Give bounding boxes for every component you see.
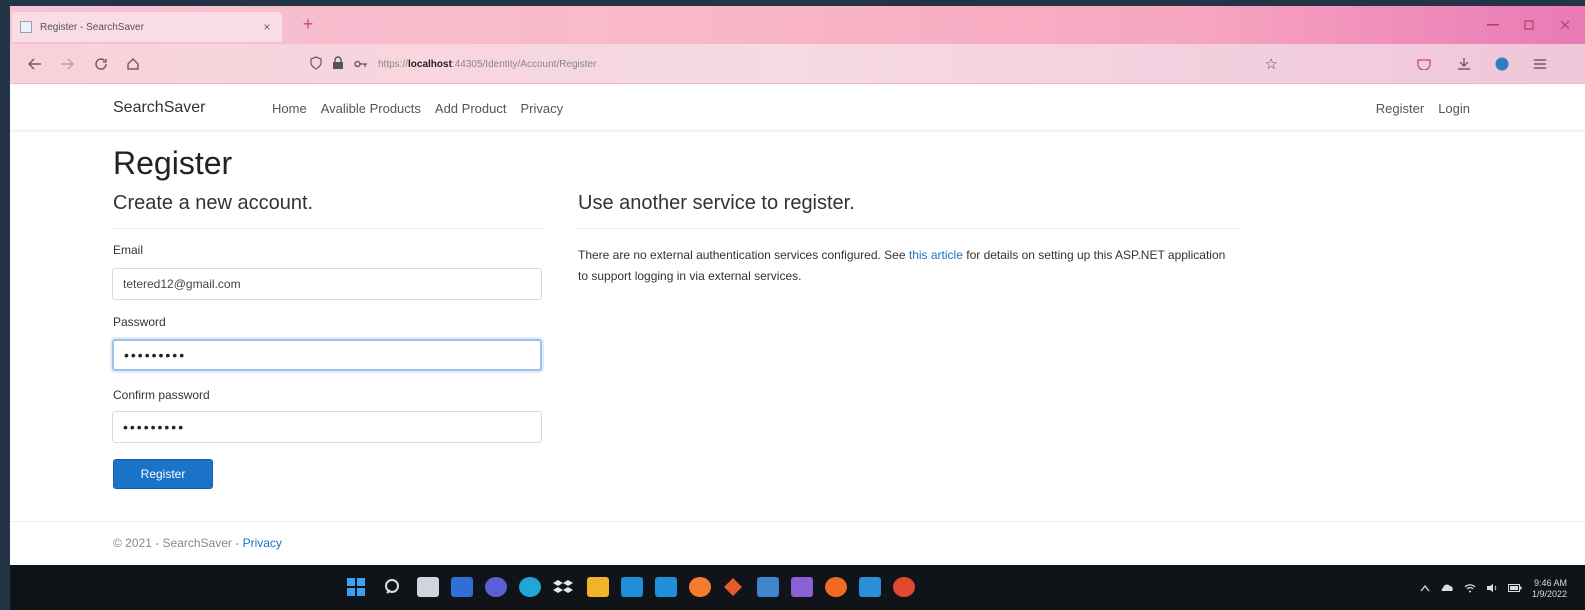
app-icon[interactable] bbox=[859, 577, 881, 597]
forward-arrow-icon[interactable] bbox=[56, 54, 78, 74]
maximize-icon[interactable] bbox=[1511, 6, 1547, 44]
password-value: ••••••••• bbox=[124, 347, 187, 363]
clock-time: 9:46 AM bbox=[1533, 578, 1567, 588]
password-label: Password bbox=[113, 315, 166, 329]
footer: © 2021 - SearchSaver - Privacy bbox=[10, 521, 1585, 565]
reload-icon[interactable] bbox=[90, 54, 112, 74]
file-explorer-icon[interactable] bbox=[587, 577, 609, 597]
lock-icon[interactable] bbox=[332, 55, 344, 73]
external-title: Use another service to register. bbox=[578, 192, 855, 214]
clock-date: 1/9/2022 bbox=[1531, 589, 1567, 599]
new-tab-button[interactable]: + bbox=[298, 14, 318, 35]
nav-register[interactable]: Register bbox=[1376, 101, 1424, 116]
powerpoint-icon[interactable] bbox=[893, 577, 915, 597]
browser-tab[interactable]: Register - SearchSaver × bbox=[12, 12, 282, 42]
url-host: localhost bbox=[408, 58, 452, 70]
bookmark-star-icon[interactable]: ☆ bbox=[1265, 55, 1278, 73]
nav-privacy[interactable]: Privacy bbox=[520, 101, 563, 116]
remote-desktop-icon[interactable] bbox=[757, 577, 779, 597]
nav-add-product[interactable]: Add Product bbox=[435, 101, 507, 116]
store-icon[interactable] bbox=[621, 577, 643, 597]
external-description: There are no external authentication ser… bbox=[578, 245, 1228, 287]
url-prefix: https:// bbox=[378, 58, 409, 70]
close-window-icon[interactable] bbox=[1547, 6, 1583, 44]
teams-chat-icon[interactable] bbox=[485, 577, 507, 597]
account-avatar-icon[interactable] bbox=[1491, 54, 1513, 74]
visual-studio-icon[interactable] bbox=[791, 577, 813, 597]
footer-copyright: © 2021 - SearchSaver - bbox=[113, 536, 243, 550]
email-field[interactable]: tetered12@gmail.com bbox=[112, 268, 542, 300]
password-field[interactable]: ••••••••• bbox=[112, 339, 542, 371]
address-bar[interactable]: https://localhost:44305/Identity/Account… bbox=[310, 50, 1290, 78]
nav-home[interactable]: Home bbox=[272, 101, 307, 116]
url-path: :44305/Identity/Account/Register bbox=[451, 58, 597, 70]
mail-icon[interactable] bbox=[655, 577, 677, 597]
page-title: Register bbox=[113, 145, 233, 181]
form-subtitle: Create a new account. bbox=[113, 192, 314, 214]
app-icon[interactable] bbox=[825, 577, 847, 597]
footer-text: © 2021 - SearchSaver - Privacy bbox=[113, 536, 282, 550]
browser-tab-bar: Register - SearchSaver × + bbox=[10, 6, 1585, 44]
confirm-password-value: ••••••••• bbox=[123, 419, 186, 435]
nav-available-products[interactable]: Avalible Products bbox=[321, 101, 421, 116]
home-icon[interactable] bbox=[122, 54, 144, 74]
minimize-icon[interactable] bbox=[1475, 6, 1511, 44]
battery-icon[interactable] bbox=[1507, 584, 1522, 594]
menu-hamburger-icon[interactable] bbox=[1529, 54, 1551, 74]
url-text[interactable]: https://localhost:44305/Identity/Account… bbox=[378, 59, 596, 70]
this-article-link[interactable]: this article bbox=[909, 248, 963, 262]
wifi-icon[interactable] bbox=[1464, 583, 1476, 595]
download-icon[interactable] bbox=[1453, 54, 1475, 74]
back-arrow-icon[interactable] bbox=[24, 54, 46, 74]
email-label: Email bbox=[113, 243, 144, 257]
web-page: SearchSaver Home Avalible Products Add P… bbox=[10, 85, 1585, 565]
site-nav-right: Register Login bbox=[1376, 101, 1470, 116]
search-icon[interactable] bbox=[383, 577, 405, 597]
edge-browser-icon[interactable] bbox=[519, 577, 541, 597]
register-button[interactable]: Register bbox=[113, 459, 213, 489]
tab-title: Register - SearchSaver bbox=[40, 21, 144, 33]
task-view-icon[interactable] bbox=[417, 577, 439, 597]
close-tab-icon[interactable]: × bbox=[260, 20, 274, 34]
shield-icon[interactable] bbox=[310, 55, 322, 73]
windows-start-icon[interactable] bbox=[346, 577, 368, 597]
screen: Register - SearchSaver × + https://local… bbox=[10, 6, 1585, 610]
browser-toolbar: https://localhost:44305/Identity/Account… bbox=[10, 44, 1585, 84]
volume-icon[interactable] bbox=[1486, 583, 1498, 595]
site-nav-links: Home Avalible Products Add Product Priva… bbox=[272, 101, 563, 116]
divider bbox=[113, 228, 543, 229]
onedrive-icon[interactable] bbox=[1440, 584, 1454, 594]
site-brand[interactable]: SearchSaver bbox=[113, 99, 206, 117]
confirm-password-field[interactable]: ••••••••• bbox=[112, 411, 542, 443]
system-tray: 9:46 AM 1/9/2022 bbox=[1420, 578, 1567, 600]
email-value: tetered12@gmail.com bbox=[123, 277, 241, 291]
external-text-before: There are no external authentication ser… bbox=[578, 248, 909, 262]
divider bbox=[578, 228, 1238, 229]
taskbar: 9:46 AM 1/9/2022 bbox=[10, 565, 1585, 610]
footer-privacy-link[interactable]: Privacy bbox=[243, 536, 282, 550]
nav-login[interactable]: Login bbox=[1438, 101, 1470, 116]
key-icon[interactable] bbox=[354, 57, 368, 72]
confirm-password-label: Confirm password bbox=[113, 388, 210, 402]
page-favicon-icon bbox=[20, 21, 32, 33]
firefox-icon[interactable] bbox=[689, 577, 711, 597]
pocket-icon[interactable] bbox=[1413, 54, 1435, 74]
clock[interactable]: 9:46 AM 1/9/2022 bbox=[1532, 578, 1567, 600]
chevron-up-icon[interactable] bbox=[1420, 584, 1430, 594]
git-icon[interactable] bbox=[723, 577, 745, 597]
site-navbar: SearchSaver Home Avalible Products Add P… bbox=[10, 85, 1585, 131]
widgets-icon[interactable] bbox=[451, 577, 473, 597]
dropbox-icon[interactable] bbox=[553, 577, 575, 597]
